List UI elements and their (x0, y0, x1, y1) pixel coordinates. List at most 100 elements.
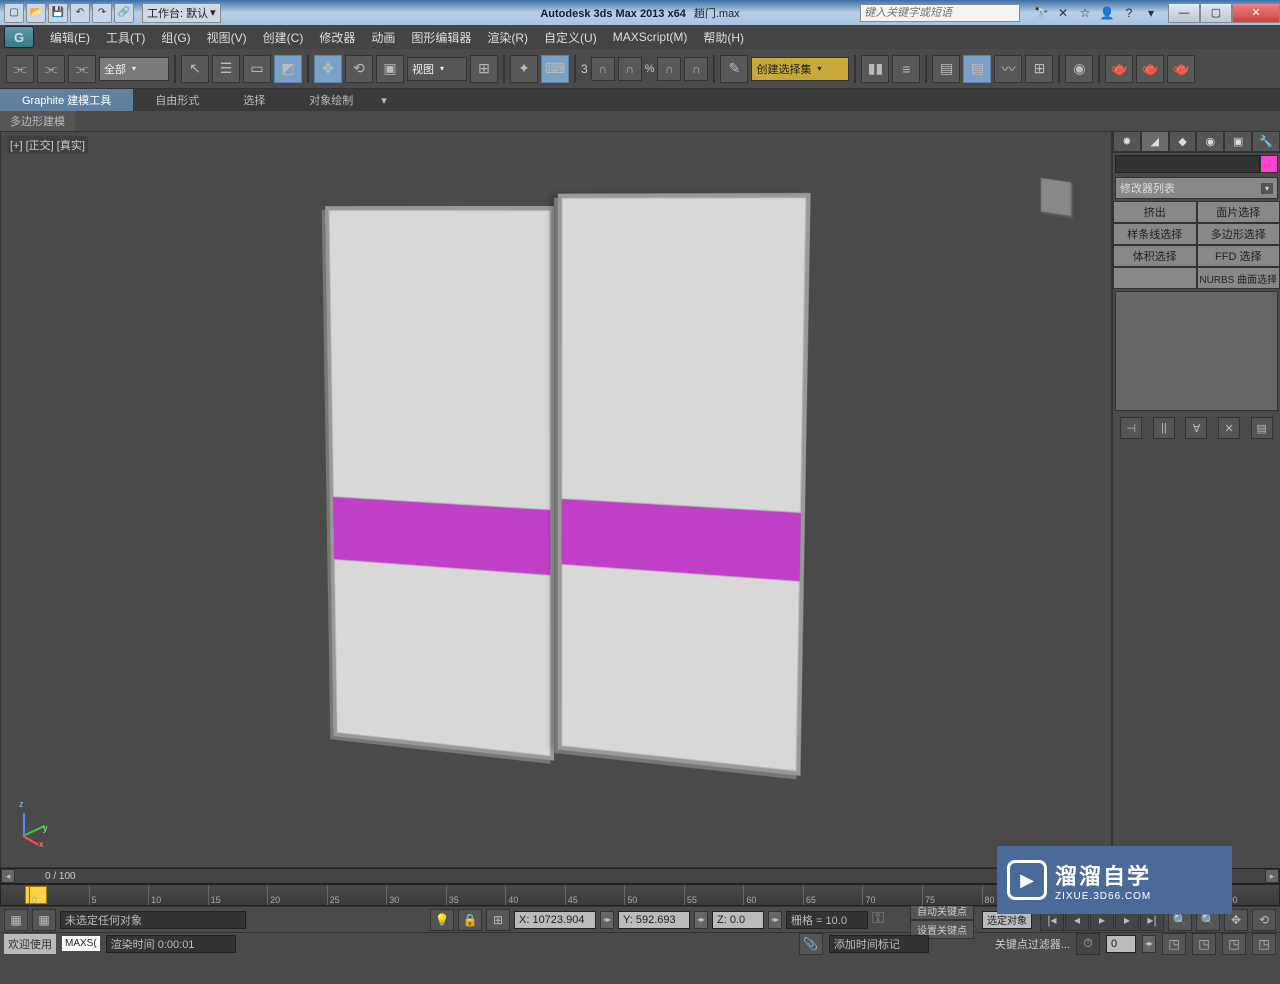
key-icon[interactable]: ⚿ (872, 910, 902, 930)
ribbon-tab-freeform[interactable]: 自由形式 (133, 89, 221, 111)
menu-maxscript[interactable]: MAXScript(M) (605, 27, 696, 47)
mod-splinesel-button[interactable]: 样条线选择 (1113, 223, 1197, 245)
window-crossing-icon[interactable]: ◩ (274, 55, 302, 83)
keyboard-shortcut-icon[interactable]: ⌨ (541, 55, 569, 83)
ref-coord-dropdown[interactable]: 视图▾ (407, 57, 467, 81)
nav-region-icon[interactable]: ◳ (1192, 933, 1216, 955)
chevron-down-icon[interactable]: ▾ (1142, 4, 1160, 22)
unlink-icon[interactable]: ⫘ (37, 55, 65, 83)
mod-patchsel-button[interactable]: 面片选择 (1197, 201, 1280, 223)
time-tag-icon[interactable]: 📎 (799, 933, 823, 955)
mod-empty-button[interactable] (1113, 267, 1197, 289)
door-left-object[interactable] (325, 206, 554, 761)
maxscript-listener[interactable]: MAXS( (62, 936, 100, 951)
pivot-icon[interactable]: ⊞ (470, 55, 498, 83)
signin-icon[interactable]: 👤 (1098, 4, 1116, 22)
bind-icon[interactable]: ⫘ (68, 55, 96, 83)
timeline-tick[interactable]: 50 (624, 885, 684, 905)
star-icon[interactable]: ☆ (1076, 4, 1094, 22)
lock-icon[interactable]: 💡 (430, 909, 454, 931)
layers-icon[interactable]: ▤ (932, 55, 960, 83)
lock-selection-icon[interactable]: ▦ (4, 909, 28, 931)
scroll-left-icon[interactable]: ◂ (1, 869, 15, 883)
ribbon-tab-selection[interactable]: 选择 (221, 89, 287, 111)
menu-customize[interactable]: 自定义(U) (536, 26, 605, 49)
coord-z-field[interactable]: Z: 0.0 (712, 911, 764, 929)
ribbon-expand-icon[interactable]: ▾ (375, 91, 407, 110)
z-spinner[interactable]: ◂▸ (768, 911, 782, 929)
timeline-tick[interactable]: 45 (565, 885, 625, 905)
timeline-tick[interactable]: 60 (743, 885, 803, 905)
close-button[interactable]: ✕ (1232, 3, 1280, 23)
render-frame-icon[interactable]: 🫖 (1136, 55, 1164, 83)
mod-extrude-button[interactable]: 挤出 (1113, 201, 1197, 223)
exchange-icon[interactable]: ✕ (1054, 4, 1072, 22)
menu-modifiers[interactable]: 修改器 (311, 26, 363, 49)
timeline-tick[interactable]: 35 (446, 885, 506, 905)
minimize-button[interactable]: — (1168, 3, 1200, 23)
tab-create-icon[interactable]: ✸ (1113, 131, 1141, 152)
add-time-marker[interactable]: 添加时间标记 (829, 935, 929, 953)
select-name-icon[interactable]: ☰ (212, 55, 240, 83)
timeline-tick[interactable]: 0 (29, 885, 89, 905)
viewport[interactable]: [+] [正交] [真实] z y x (0, 131, 1112, 868)
qat-save-icon[interactable]: 💾 (48, 3, 68, 23)
qat-open-icon[interactable]: 📂 (26, 3, 46, 23)
pin-stack-icon[interactable]: ⊣ (1120, 417, 1142, 439)
menu-group[interactable]: 组(G) (153, 26, 198, 49)
mod-nurbs-button[interactable]: NURBS 曲面选择 (1197, 267, 1280, 289)
remove-mod-icon[interactable]: ✕ (1218, 417, 1240, 439)
modifier-stack[interactable] (1115, 291, 1278, 411)
timeline-tick[interactable]: 75 (922, 885, 982, 905)
nav-orbit-icon[interactable]: ⟲ (1252, 909, 1276, 931)
configure-icon[interactable]: ▤ (1251, 417, 1273, 439)
nav-max-icon[interactable]: ◳ (1222, 933, 1246, 955)
application-button[interactable]: G (4, 26, 34, 48)
show-result-icon[interactable]: || (1153, 417, 1175, 439)
menu-help[interactable]: 帮助(H) (695, 26, 752, 49)
manipulate-icon[interactable]: ✦ (510, 55, 538, 83)
tab-hierarchy-icon[interactable]: ◆ (1169, 131, 1197, 152)
timeline-tick[interactable]: 65 (803, 885, 863, 905)
angle-snap-icon[interactable]: ∩ (618, 57, 642, 81)
align-icon[interactable]: ≡ (892, 55, 920, 83)
nav-minmax-icon[interactable]: ◳ (1252, 933, 1276, 955)
timeline-tick[interactable]: 55 (684, 885, 744, 905)
key-filter-button[interactable]: 关键点过滤器... (995, 936, 1070, 952)
qat-new-icon[interactable]: ▢ (4, 3, 24, 23)
tab-modify-icon[interactable]: ◢ (1141, 131, 1169, 152)
scale-icon[interactable]: ▣ (376, 55, 404, 83)
frame-field[interactable]: 0 (1106, 935, 1136, 953)
frame-spinner[interactable]: ◂▸ (1142, 935, 1156, 953)
y-spinner[interactable]: ◂▸ (694, 911, 708, 929)
select-icon[interactable]: ↖ (181, 55, 209, 83)
isolate-icon[interactable]: ▦ (32, 909, 56, 931)
material-editor-icon[interactable]: ◉ (1065, 55, 1093, 83)
link-icon[interactable]: ⫘ (6, 55, 34, 83)
tab-display-icon[interactable]: ▣ (1224, 131, 1252, 152)
viewport-label[interactable]: [+] [正交] [真实] (7, 136, 88, 154)
menu-graph[interactable]: 图形编辑器 (403, 26, 479, 49)
menu-edit[interactable]: 编辑(E) (42, 26, 98, 49)
coord-y-field[interactable]: Y: 592.693 (618, 911, 690, 929)
search-input[interactable] (860, 4, 1020, 22)
move-icon[interactable]: ✥ (314, 55, 342, 83)
rect-select-icon[interactable]: ▭ (243, 55, 271, 83)
abs-rel-icon[interactable]: ⊞ (486, 909, 510, 931)
curve-editor-icon[interactable]: 〰 (994, 55, 1022, 83)
spinner-snap-icon[interactable]: ∩ (684, 57, 708, 81)
coord-x-field[interactable]: X: 10723.904 (514, 911, 596, 929)
qat-link-icon[interactable]: 🔗 (114, 3, 134, 23)
menu-tools[interactable]: 工具(T) (98, 26, 153, 49)
x-spinner[interactable]: ◂▸ (600, 911, 614, 929)
help-search[interactable] (860, 4, 1020, 22)
viewcube[interactable] (1021, 162, 1091, 232)
menu-create[interactable]: 创建(C) (255, 26, 312, 49)
timeline-tick[interactable]: 20 (267, 885, 327, 905)
binoculars-icon[interactable]: 🔭 (1032, 4, 1050, 22)
lock2-icon[interactable]: 🔒 (458, 909, 482, 931)
help-icon[interactable]: ? (1120, 4, 1138, 22)
rotate-icon[interactable]: ⟲ (345, 55, 373, 83)
tab-motion-icon[interactable]: ◉ (1196, 131, 1224, 152)
time-config-icon[interactable]: ⏱ (1076, 933, 1100, 955)
